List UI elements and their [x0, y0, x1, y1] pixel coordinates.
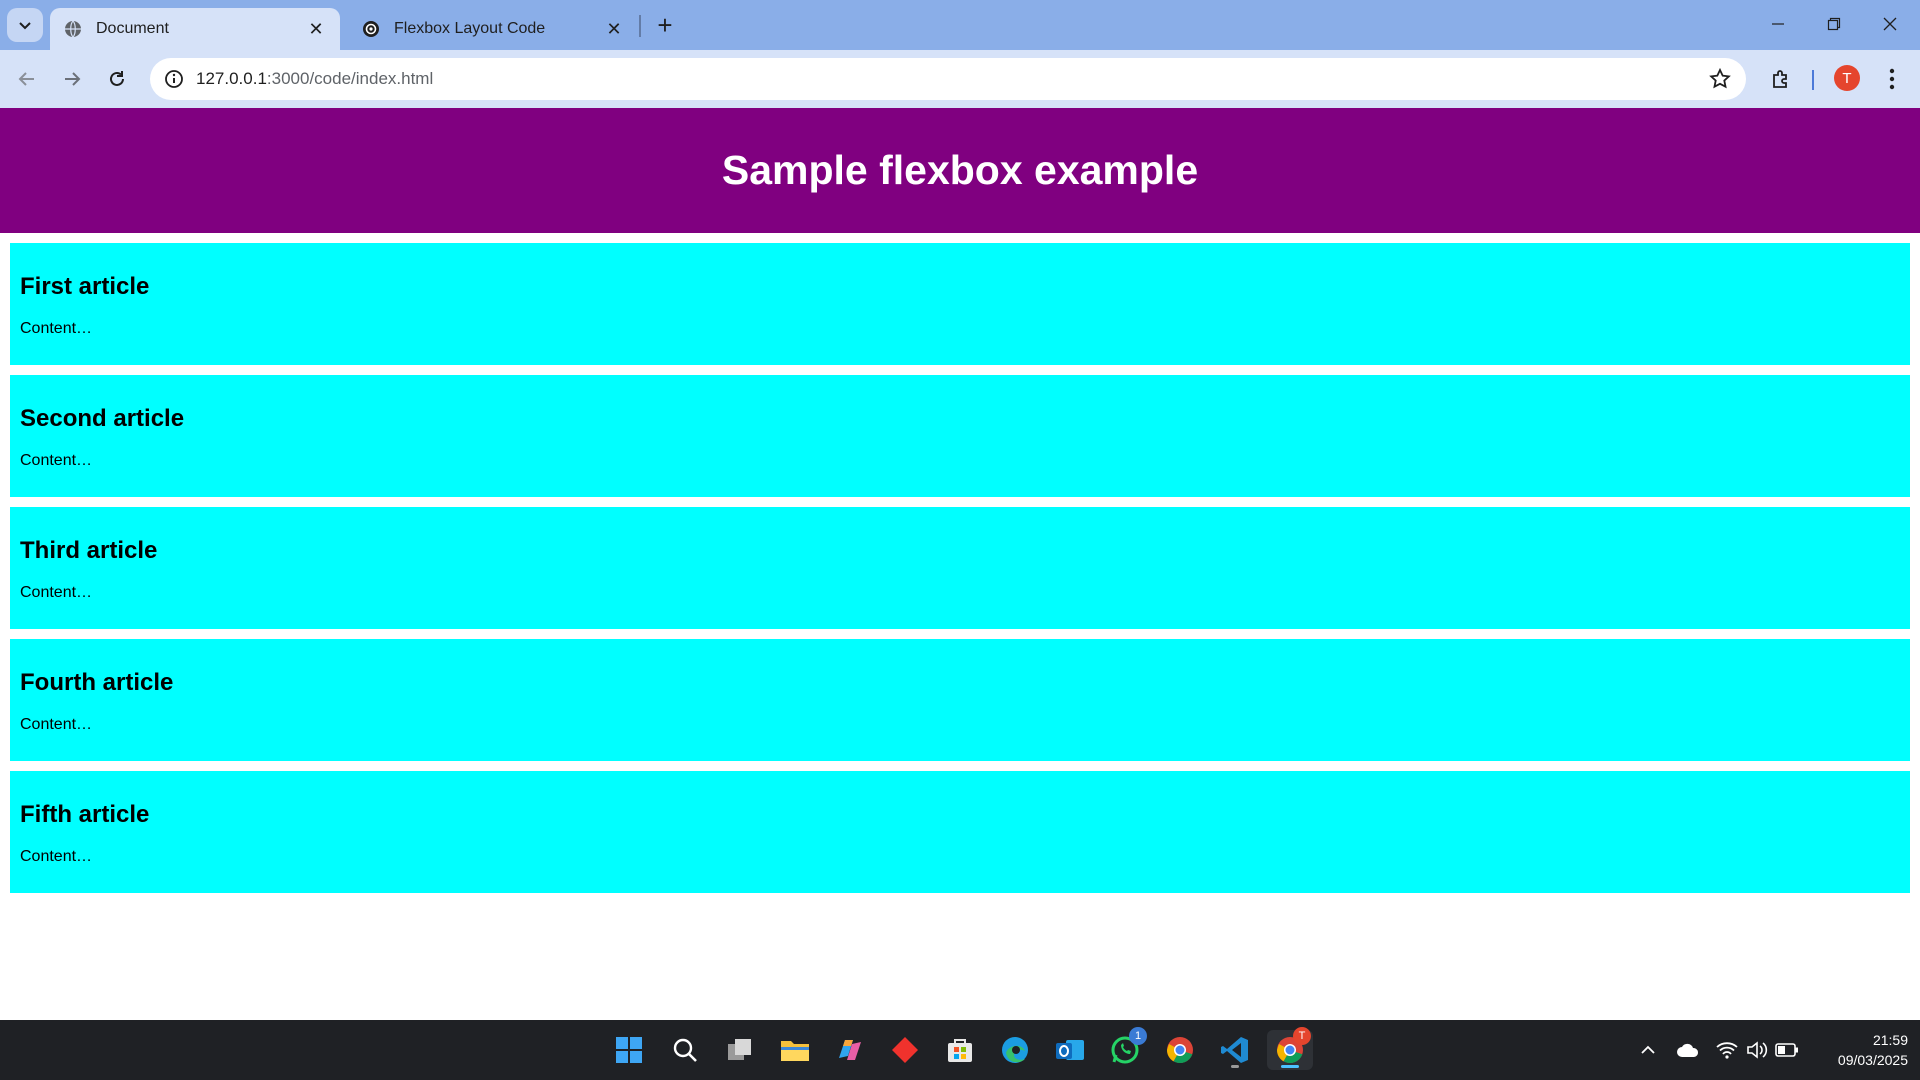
taskbar-whatsapp[interactable]: 1	[1105, 1027, 1147, 1070]
windows-logo-icon	[616, 1037, 642, 1063]
article-content: Content…	[20, 848, 93, 865]
article-content: Content…	[20, 452, 93, 469]
tab-search-button[interactable]	[7, 8, 43, 42]
site-info-icon[interactable]	[162, 67, 186, 91]
chrome-icon	[1166, 1037, 1193, 1064]
wifi-tray[interactable]	[1715, 1038, 1739, 1062]
article-list: First article Content… Second article Co…	[0, 243, 1920, 893]
reload-icon	[110, 71, 124, 86]
browser-menu-button[interactable]	[1880, 63, 1904, 95]
restore-button[interactable]	[1806, 0, 1862, 48]
edge-icon	[1002, 1037, 1028, 1063]
profile-avatar[interactable]: T	[1834, 65, 1860, 91]
article-title: Third article	[20, 537, 158, 564]
page-viewport: Sample flexbox example First article Con…	[0, 108, 1920, 1020]
taskbar-edge[interactable]	[995, 1030, 1035, 1070]
close-tab-icon[interactable]: ✕	[604, 19, 624, 39]
taskbar-vscode[interactable]	[1215, 1030, 1255, 1070]
close-tab-icon[interactable]: ✕	[306, 19, 326, 39]
close-window-button[interactable]	[1862, 0, 1918, 48]
tab-document[interactable]: Document ✕	[50, 8, 340, 50]
article-card: Second article Content…	[10, 375, 1910, 497]
extensions-button[interactable]	[1766, 63, 1798, 95]
article-content: Content…	[20, 716, 93, 733]
arrow-right-icon	[65, 72, 81, 86]
reload-button[interactable]	[100, 62, 134, 96]
cloud-icon	[1677, 1043, 1699, 1057]
page-header: Sample flexbox example	[0, 108, 1920, 233]
folder-icon	[781, 1041, 809, 1061]
store-icon	[948, 1039, 972, 1062]
volume-tray[interactable]	[1745, 1038, 1769, 1062]
onedrive-tray[interactable]	[1676, 1038, 1700, 1062]
restore-icon	[1827, 17, 1841, 31]
taskbar-chrome-profile[interactable]: T	[1267, 1027, 1313, 1070]
tab-title: Flexbox Layout Code	[394, 20, 546, 37]
chrome-profile-badge: T	[1293, 1027, 1311, 1045]
url-text[interactable]: 127.0.0.1:3000/code/index.html	[196, 69, 433, 89]
article-title: Second article	[20, 405, 185, 432]
arrow-left-icon	[18, 72, 34, 86]
show-hidden-icons-button[interactable]	[1636, 1038, 1660, 1062]
speaker-icon	[1747, 1041, 1768, 1059]
windows-taskbar: 1 T 21:59 09/03/2025	[0, 1020, 1920, 1080]
article-content: Content…	[20, 320, 93, 337]
address-bar[interactable]: 127.0.0.1:3000/code/index.html	[150, 58, 1746, 100]
active-indicator	[1281, 1065, 1299, 1068]
git-diamond-icon	[892, 1037, 918, 1063]
new-tab-button[interactable]: +	[650, 10, 680, 40]
taskbar-chrome[interactable]	[1160, 1030, 1200, 1070]
bookmark-star-icon[interactable]	[1708, 67, 1732, 91]
clock-time: 21:59	[1872, 1032, 1908, 1048]
browser-toolbar: 127.0.0.1:3000/code/index.html T	[0, 50, 1920, 108]
start-button[interactable]	[609, 1030, 649, 1070]
taskbar-search-button[interactable]	[665, 1030, 705, 1070]
article-card: First article Content…	[10, 243, 1910, 365]
minimize-button[interactable]	[1750, 0, 1806, 48]
clock-date: 09/03/2025	[1837, 1052, 1908, 1068]
forward-button[interactable]	[55, 62, 89, 96]
puzzle-icon	[1773, 70, 1787, 88]
wifi-icon	[1716, 1042, 1738, 1059]
tab-title: Document	[96, 20, 169, 37]
page-title: Sample flexbox example	[721, 147, 1199, 193]
article-card: Fourth article Content…	[10, 639, 1910, 761]
article-content: Content…	[20, 584, 93, 601]
tab-separator	[639, 15, 641, 37]
article-card: Third article Content…	[10, 507, 1910, 629]
globe-icon	[65, 20, 81, 38]
task-view-icon	[728, 1039, 751, 1060]
task-view-button[interactable]	[720, 1030, 760, 1070]
taskbar-file-explorer[interactable]	[775, 1030, 815, 1070]
tab-strip: Document ✕ Flexbox Layout Code ✕ +	[0, 0, 1920, 50]
battery-icon	[1775, 1043, 1798, 1057]
whatsapp-badge: 1	[1129, 1027, 1147, 1045]
taskbar-git[interactable]	[885, 1030, 925, 1070]
more-vert-icon	[1889, 68, 1895, 90]
minimize-icon	[1772, 23, 1784, 25]
taskbar-microsoft-store[interactable]	[940, 1030, 980, 1070]
article-title: Fifth article	[20, 801, 150, 828]
toolbar-separator	[1812, 70, 1814, 90]
url-path: :3000/code/index.html	[266, 69, 434, 88]
taskbar-clock[interactable]: 21:59 09/03/2025	[1808, 1030, 1908, 1070]
article-card: Fifth article Content…	[10, 771, 1910, 893]
taskbar-copilot[interactable]	[830, 1030, 870, 1070]
chevron-down-icon	[19, 22, 31, 30]
article-title: First article	[20, 273, 150, 300]
outlook-icon	[1056, 1040, 1084, 1060]
close-icon	[1883, 17, 1897, 31]
vscode-icon	[1221, 1037, 1248, 1063]
openai-icon	[363, 21, 379, 37]
search-icon	[673, 1038, 697, 1062]
back-button[interactable]	[10, 62, 44, 96]
tab-flexbox-layout-code[interactable]: Flexbox Layout Code ✕	[348, 8, 638, 50]
url-host: 127.0.0.1	[196, 69, 267, 88]
taskbar-outlook[interactable]	[1050, 1030, 1090, 1070]
battery-tray[interactable]	[1775, 1038, 1799, 1062]
copilot-icon	[839, 1040, 861, 1060]
article-title: Fourth article	[20, 669, 174, 696]
chevron-up-icon	[1641, 1045, 1655, 1054]
running-indicator	[1231, 1065, 1239, 1068]
